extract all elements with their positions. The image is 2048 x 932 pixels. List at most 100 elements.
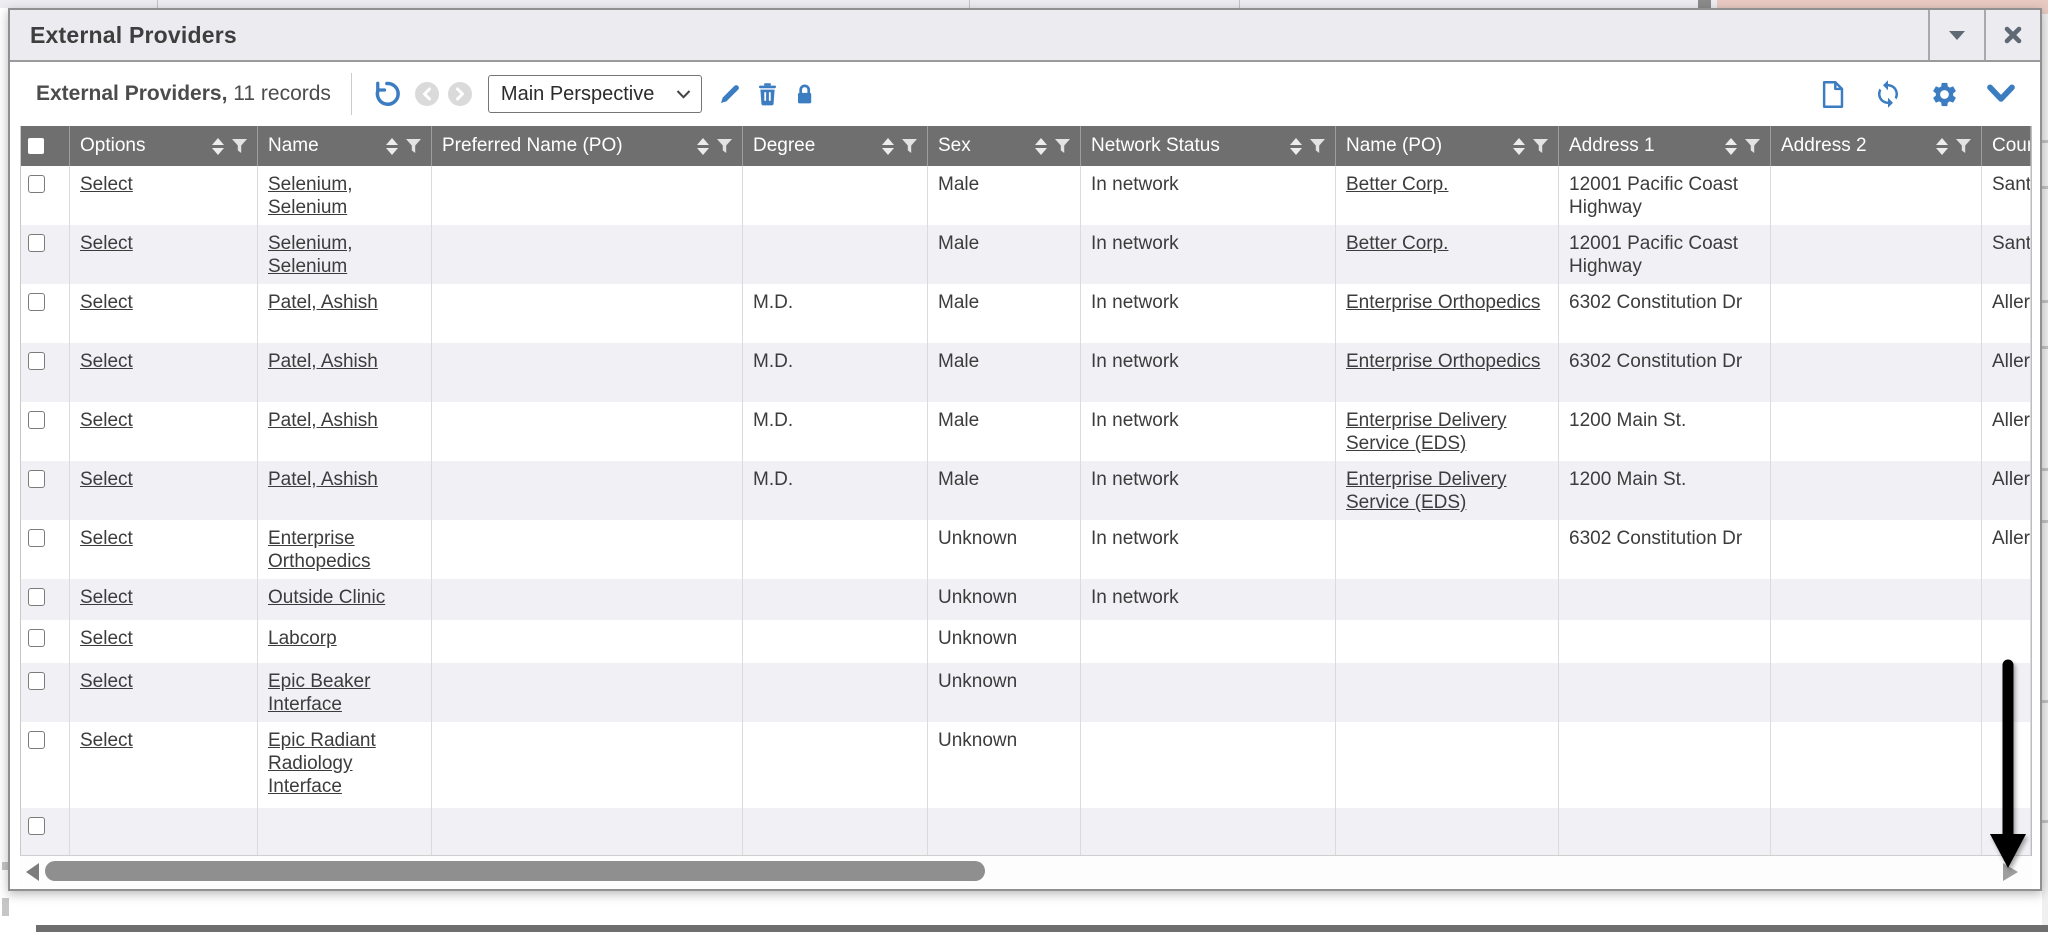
edit-perspective-button[interactable] <box>718 82 742 106</box>
name-link[interactable]: Epic Radiant Radiology Interface <box>268 730 376 797</box>
table-row: SelectSelenium, SeleniumMaleIn networkBe… <box>21 166 2031 225</box>
column-header-name_po[interactable]: Name (PO) <box>1336 126 1559 166</box>
sort-icon[interactable] <box>1936 138 1948 155</box>
cell-address2 <box>1771 343 1982 402</box>
row-checkbox[interactable] <box>28 411 45 429</box>
name-link[interactable]: Patel, Ashish <box>268 469 378 490</box>
column-header-preferred_name[interactable]: Preferred Name (PO) <box>432 126 743 166</box>
row-checkbox[interactable] <box>28 175 45 193</box>
cell-address1: 1200 Main St. <box>1559 461 1771 520</box>
row-checkbox[interactable] <box>28 293 45 311</box>
select-link[interactable]: Select <box>80 671 133 692</box>
sort-icon[interactable] <box>212 138 224 155</box>
column-header-degree[interactable]: Degree <box>743 126 928 166</box>
column-header-name[interactable]: Name <box>258 126 432 166</box>
sort-icon[interactable] <box>1290 138 1302 155</box>
column-header-address2[interactable]: Address 2 <box>1771 126 1982 166</box>
select-link[interactable]: Select <box>80 587 133 608</box>
perspective-value: Main Perspective <box>501 83 654 106</box>
name-link[interactable]: Selenium, Selenium <box>268 233 353 277</box>
name-link[interactable]: Patel, Ashish <box>268 351 378 372</box>
select-all-checkbox[interactable] <box>28 138 44 154</box>
sort-icon[interactable] <box>1035 138 1047 155</box>
filter-icon[interactable] <box>1956 139 1971 153</box>
row-checkbox[interactable] <box>28 352 45 370</box>
cell-degree <box>743 722 928 808</box>
window-title: External Providers <box>30 22 237 49</box>
row-checkbox[interactable] <box>28 629 45 647</box>
refresh-button[interactable] <box>1873 79 1903 109</box>
column-header-county[interactable]: Coun <box>1982 126 2031 166</box>
perspective-dropdown[interactable]: Main Perspective <box>488 75 702 113</box>
window-collapse-button[interactable] <box>1928 10 1984 60</box>
filter-icon[interactable] <box>406 139 421 153</box>
column-header-address1[interactable]: Address 1 <box>1559 126 1771 166</box>
window-close-button[interactable] <box>1984 10 2040 60</box>
column-header-network_status[interactable]: Network Status <box>1081 126 1336 166</box>
name_po-link[interactable]: Enterprise Delivery Service (EDS) <box>1346 469 1507 513</box>
filter-icon[interactable] <box>1310 139 1325 153</box>
name_po-link[interactable]: Enterprise Orthopedics <box>1346 292 1540 313</box>
cell-sex: Male <box>928 402 1081 461</box>
sort-icon[interactable] <box>1725 138 1737 155</box>
row-checkbox[interactable] <box>28 588 45 606</box>
sort-icon[interactable] <box>386 138 398 155</box>
row-checkbox[interactable] <box>28 731 45 749</box>
name-link[interactable]: Patel, Ashish <box>268 410 378 431</box>
select-link[interactable]: Select <box>80 730 133 751</box>
lock-perspective-button[interactable] <box>793 82 816 107</box>
filter-icon[interactable] <box>1745 139 1760 153</box>
filter-icon[interactable] <box>902 139 917 153</box>
cell-name: Patel, Ashish <box>258 461 432 520</box>
row-checkbox[interactable] <box>28 672 45 690</box>
undo-button[interactable] <box>372 79 402 109</box>
select-link[interactable]: Select <box>80 233 133 254</box>
scroll-right-arrow[interactable] <box>2003 863 2018 881</box>
name-link[interactable]: Labcorp <box>268 628 337 649</box>
name_po-link[interactable]: Enterprise Delivery Service (EDS) <box>1346 410 1507 454</box>
sort-icon[interactable] <box>697 138 709 155</box>
nav-back-button[interactable] <box>415 82 439 106</box>
row-checkbox[interactable] <box>28 470 45 488</box>
filter-icon[interactable] <box>232 139 247 153</box>
nav-forward-icon <box>453 86 467 102</box>
name-link[interactable]: Enterprise Orthopedics <box>268 528 370 572</box>
select-link[interactable]: Select <box>80 528 133 549</box>
cell-name: Enterprise Orthopedics <box>258 520 432 579</box>
name-link[interactable]: Outside Clinic <box>268 587 385 608</box>
select-link[interactable]: Select <box>80 628 133 649</box>
new-record-button[interactable] <box>1819 80 1846 109</box>
select-link[interactable]: Select <box>80 469 133 490</box>
select-link[interactable]: Select <box>80 292 133 313</box>
name-link[interactable]: Selenium, Selenium <box>268 174 353 218</box>
select-link[interactable]: Select <box>80 410 133 431</box>
nav-forward-button[interactable] <box>448 82 472 106</box>
name-link[interactable]: Patel, Ashish <box>268 292 378 313</box>
column-header-options[interactable]: Options <box>70 126 258 166</box>
name-link[interactable]: Epic Beaker Interface <box>268 671 370 715</box>
scroll-left-arrow[interactable] <box>26 863 39 881</box>
filter-icon[interactable] <box>1533 139 1548 153</box>
collapse-toolbar-button[interactable] <box>1986 83 2016 105</box>
grid-header: Options Name Preferred Name (PO) Degree … <box>21 126 2031 166</box>
filter-icon[interactable] <box>1055 139 1070 153</box>
row-checkbox[interactable] <box>28 817 45 835</box>
name_po-link[interactable]: Enterprise Orthopedics <box>1346 351 1540 372</box>
sort-icon[interactable] <box>1513 138 1525 155</box>
select-link[interactable]: Select <box>80 351 133 372</box>
column-header-sex[interactable]: Sex <box>928 126 1081 166</box>
row-checkbox[interactable] <box>28 529 45 547</box>
settings-button[interactable] <box>1930 80 1959 109</box>
select-link[interactable]: Select <box>80 174 133 195</box>
delete-perspective-button[interactable] <box>756 82 779 107</box>
name_po-link[interactable]: Better Corp. <box>1346 174 1448 195</box>
cell-address1 <box>1559 722 1771 808</box>
filter-icon[interactable] <box>717 139 732 153</box>
sort-icon[interactable] <box>882 138 894 155</box>
pencil-icon <box>718 82 742 106</box>
cell-name_po: Better Corp. <box>1336 166 1559 225</box>
row-checkbox[interactable] <box>28 234 45 252</box>
scrollbar-thumb[interactable] <box>45 861 985 881</box>
cell-network_status <box>1081 808 1336 855</box>
name_po-link[interactable]: Better Corp. <box>1346 233 1448 254</box>
